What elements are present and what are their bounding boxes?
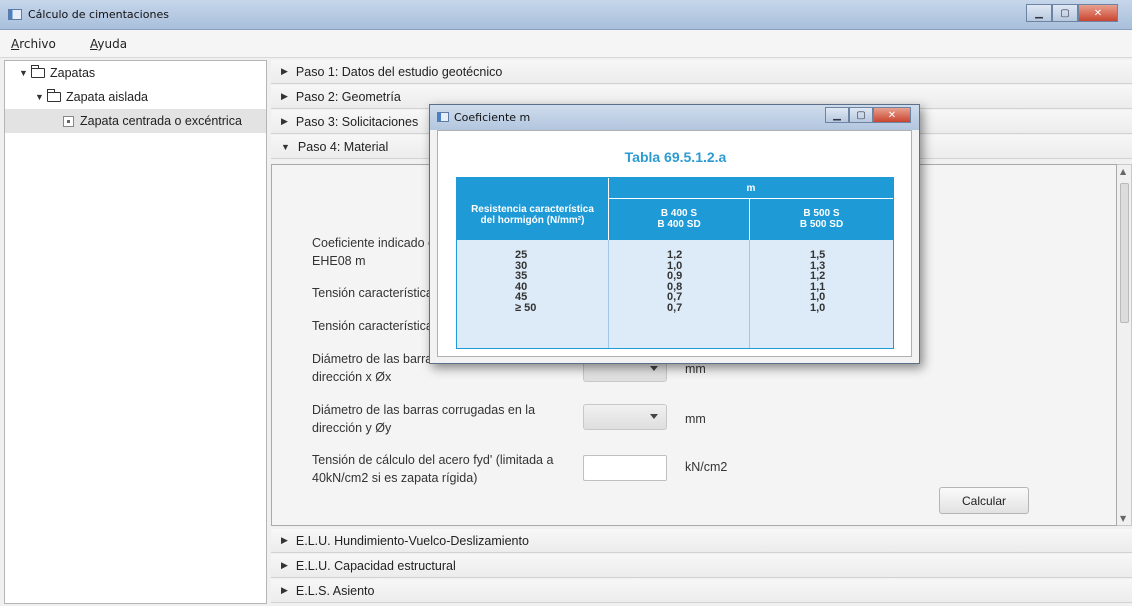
- coef-label: Coeficiente indicado e EHE08 m: [312, 236, 435, 268]
- content-scrollbar[interactable]: ▲ ▼: [1117, 164, 1132, 526]
- dialog-window-controls: ▁ ▢ ✕: [825, 107, 911, 123]
- fyd-label: Tensión de cálculo del acero fyd' (limit…: [312, 453, 554, 485]
- column-fck: 25 30 35 40 45 ≥ 50: [515, 250, 555, 313]
- tree-item-zapata-aislada[interactable]: ▼ Zapata aislada: [5, 85, 266, 109]
- minimize-icon: ▁: [833, 109, 841, 121]
- elu-hundimiento-header[interactable]: ▶ E.L.U. Hundimiento-Vuelco-Deslizamiento: [271, 529, 1132, 553]
- scroll-up-icon[interactable]: ▲: [1120, 167, 1126, 176]
- expand-arrow-icon[interactable]: ▼: [19, 68, 31, 78]
- step-1-header[interactable]: ▶ Paso 1: Datos del estudio geotécnico: [271, 60, 1132, 84]
- coef-table: Resistencia característica del hormigón (…: [456, 177, 894, 349]
- chevron-down-icon: [650, 366, 658, 371]
- tree-item-label: Zapata centrada o excéntrica: [80, 114, 242, 128]
- tension-label-2: Tensión característica: [312, 319, 433, 333]
- dialog-content: Tabla 69.5.1.2.a Resistencia característ…: [437, 130, 912, 357]
- header-resistencia: Resistencia característica del hormigón (…: [471, 204, 594, 226]
- tension-label-1: Tensión característica: [312, 286, 433, 300]
- table-cell: 0,7: [667, 291, 683, 303]
- table-cell: 1,0: [810, 291, 826, 303]
- coeficiente-m-dialog: Coeficiente m ▁ ▢ ✕ Tabla 69.5.1.2.a Res…: [429, 104, 920, 364]
- window-title-bar[interactable]: Cálculo de cimentaciones ▁ ▢ ✕: [0, 0, 1132, 30]
- step-label: E.L.U. Hundimiento-Vuelco-Deslizamiento: [295, 533, 529, 548]
- calcular-button[interactable]: Calcular: [939, 487, 1029, 514]
- step-label: E.L.U. Capacidad estructural: [295, 558, 456, 573]
- table-title: Tabla 69.5.1.2.a: [624, 149, 727, 165]
- table-cell: 45: [515, 291, 528, 303]
- menu-archivo-mnemonic: A: [11, 37, 20, 51]
- table-cell: 0,7: [667, 301, 683, 314]
- maximize-icon: ▢: [1060, 7, 1070, 19]
- dialog-close-button[interactable]: ✕: [873, 107, 911, 123]
- app-icon: [8, 9, 22, 20]
- column-b500: 1,5 1,3 1,2 1,1 1,0 1,0: [810, 250, 840, 313]
- scroll-down-icon[interactable]: ▼: [1120, 514, 1126, 523]
- table-cell: ≥ 50: [515, 301, 537, 314]
- close-icon: ✕: [1093, 7, 1103, 19]
- minimize-icon: ▁: [1035, 7, 1043, 19]
- collapsed-arrow-icon: ▶: [281, 66, 288, 76]
- folder-open-icon: [31, 65, 45, 78]
- collapsed-arrow-icon: ▶: [281, 535, 288, 545]
- table-cell: 25: [515, 249, 528, 261]
- step-label: E.L.S. Asiento: [295, 583, 375, 598]
- scrollbar-thumb[interactable]: [1120, 183, 1129, 323]
- close-icon: ✕: [887, 109, 897, 121]
- step-label: Paso 2: Geometría: [295, 89, 401, 104]
- navigation-tree[interactable]: ▼ Zapatas ▼ Zapata aislada Zapata centra…: [4, 60, 267, 604]
- collapsed-arrow-icon: ▶: [281, 116, 288, 126]
- diam-y-unit: mm: [685, 412, 706, 426]
- dialog-title: Coeficiente m: [454, 111, 531, 124]
- window-title: Cálculo de cimentaciones: [28, 8, 169, 21]
- expanded-arrow-icon: ▼: [281, 141, 290, 152]
- menu-ayuda[interactable]: Ayuda: [90, 37, 127, 51]
- header-b500: B 500 SB 500 SD: [799, 208, 844, 230]
- table-cell: 1,5: [810, 249, 826, 261]
- diam-y-select[interactable]: [583, 404, 667, 430]
- collapsed-arrow-icon: ▶: [281, 585, 288, 595]
- header-m: m: [746, 183, 756, 194]
- app-icon: [437, 112, 449, 122]
- tree-item-label: Zapata aislada: [66, 90, 149, 104]
- menu-archivo[interactable]: Archivo: [11, 37, 56, 51]
- table-cell: 1,0: [810, 301, 826, 314]
- menu-bar: Archivo Ayuda: [0, 30, 1132, 58]
- fyd-unit: kN/cm2: [685, 460, 728, 474]
- maximize-button[interactable]: ▢: [1052, 4, 1078, 22]
- dialog-maximize-button[interactable]: ▢: [849, 107, 873, 123]
- menu-archivo-label: rchivo: [19, 37, 56, 51]
- els-asiento-header[interactable]: ▶ E.L.S. Asiento: [271, 579, 1132, 603]
- header-b400: B 400 SB 400 SD: [657, 208, 701, 230]
- tree-item-zapata-centrada[interactable]: Zapata centrada o excéntrica: [5, 109, 266, 133]
- folder-open-icon: [47, 89, 61, 102]
- dialog-title-bar[interactable]: Coeficiente m ▁ ▢ ✕: [430, 105, 919, 130]
- table-cell: 1,2: [667, 249, 683, 261]
- chevron-down-icon: [650, 414, 658, 419]
- step-label: Paso 3: Solicitaciones: [295, 114, 419, 129]
- dialog-minimize-button[interactable]: ▁: [825, 107, 849, 123]
- elu-capacidad-header[interactable]: ▶ E.L.U. Capacidad estructural: [271, 554, 1132, 578]
- fyd-input[interactable]: [583, 455, 667, 481]
- expand-arrow-icon[interactable]: ▼: [35, 92, 47, 102]
- tree-item-label: Zapatas: [50, 66, 96, 80]
- collapsed-arrow-icon: ▶: [281, 560, 288, 570]
- diam-x-unit: mm: [685, 362, 706, 376]
- close-button[interactable]: ✕: [1078, 4, 1118, 22]
- table-cell: 1,2: [810, 270, 826, 282]
- step-label: Paso 1: Datos del estudio geotécnico: [295, 64, 503, 79]
- collapsed-arrow-icon: ▶: [281, 91, 288, 101]
- window-controls: ▁ ▢ ✕: [1026, 4, 1118, 22]
- column-b400: 1,2 1,0 0,9 0,8 0,7 0,7: [667, 250, 697, 313]
- diam-x-label: Diámetro de las barras dirección x Øx: [312, 352, 439, 384]
- minimize-button[interactable]: ▁: [1026, 4, 1052, 22]
- tree-item-zapatas[interactable]: ▼ Zapatas: [5, 61, 266, 85]
- menu-ayuda-label: yuda: [97, 37, 128, 51]
- table-cell: 35: [515, 270, 528, 282]
- leaf-node-icon: [63, 115, 74, 127]
- maximize-icon: ▢: [856, 109, 866, 121]
- diam-y-label: Diámetro de las barras corrugadas en la d…: [312, 403, 536, 435]
- table-cell: 0,9: [667, 270, 683, 282]
- step-label: Paso 4: Material: [297, 139, 389, 154]
